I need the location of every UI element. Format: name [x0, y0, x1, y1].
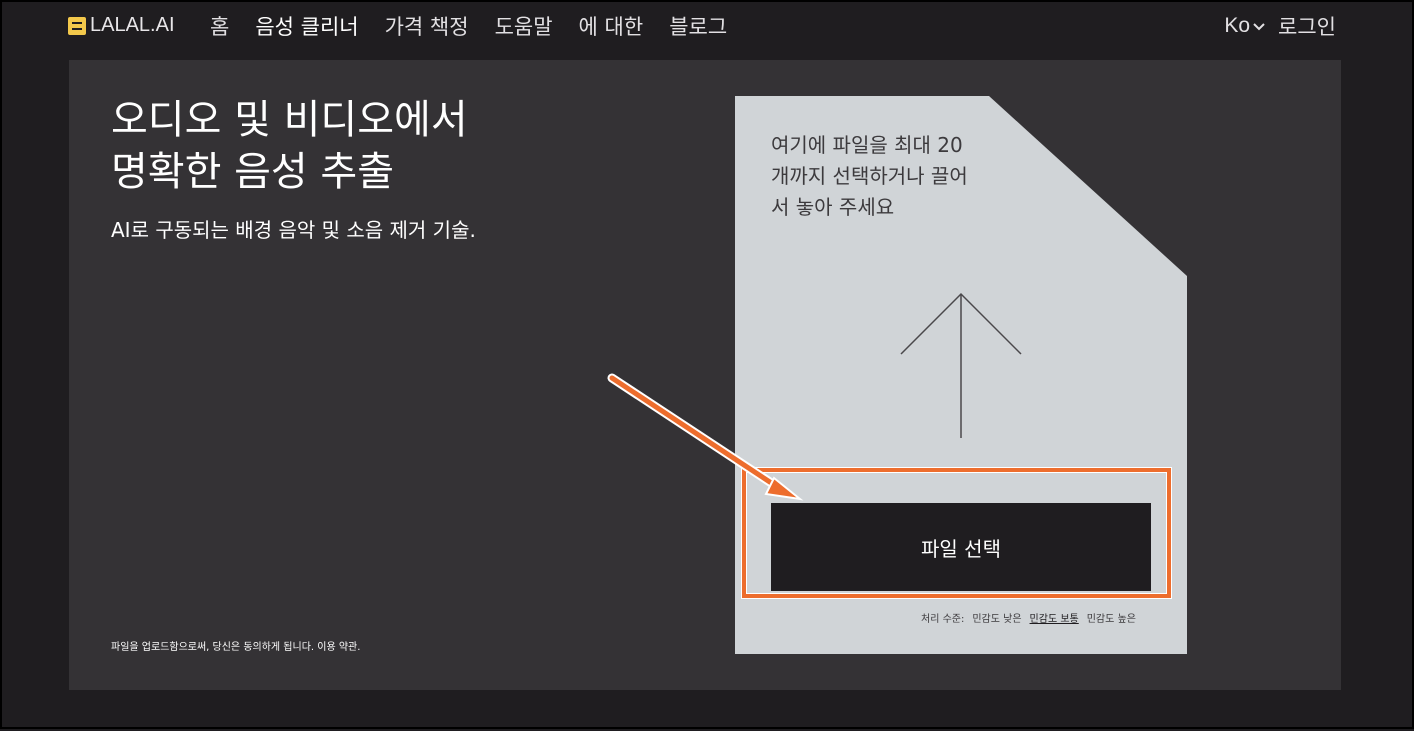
login-link[interactable]: 로그인: [1278, 11, 1336, 41]
nav-link-about[interactable]: 에 대한: [579, 11, 644, 41]
chevron-down-icon: [1253, 23, 1265, 31]
nav-right: Ko 로그인: [1224, 11, 1336, 41]
nav-link-pricing[interactable]: 가격 책정: [385, 11, 469, 41]
app-frame: LALAL.AI 홈 음성 클리너 가격 책정 도움말 에 대한 블로그 Ko …: [0, 0, 1414, 729]
language-label: Ko: [1224, 14, 1251, 37]
language-selector[interactable]: Ko: [1224, 14, 1266, 38]
upload-arrow-icon: [900, 292, 1022, 438]
nav-link-help[interactable]: 도움말: [495, 11, 553, 41]
level-low[interactable]: 민감도 낮은: [972, 610, 1021, 625]
logo-text: LALAL.AI: [90, 14, 175, 36]
nav-links: 홈 음성 클리너 가격 책정 도움말 에 대한 블로그: [210, 11, 753, 41]
level-high[interactable]: 민감도 높은: [1087, 610, 1136, 625]
hero-title: 오디오 및 비디오에서 명확한 음성 추출: [111, 97, 468, 195]
terms-notice[interactable]: 파일을 업로드함으로써, 당신은 동의하게 됩니다. 이용 약관.: [111, 638, 360, 653]
hero-subtitle: AI로 구동되는 배경 음악 및 소음 제거 기술.: [111, 218, 476, 242]
levels-label: 처리 수준:: [921, 614, 965, 625]
level-medium[interactable]: 민감도 보통: [1030, 610, 1079, 625]
nav-link-home[interactable]: 홈: [210, 11, 229, 41]
nav-link-voice-cleaner[interactable]: 음성 클리너: [255, 11, 358, 41]
nav-link-blog[interactable]: 블로그: [669, 11, 727, 41]
top-nav: LALAL.AI 홈 음성 클리너 가격 책정 도움말 에 대한 블로그 Ko …: [68, 10, 1348, 42]
upload-dropzone[interactable]: 여기에 파일을 최대 20개까지 선택하거나 끌어서 놓아 주세요 파일 선택 …: [735, 96, 1187, 654]
dropzone-instructions: 여기에 파일을 최대 20개까지 선택하거나 끌어서 놓아 주세요: [771, 133, 968, 219]
logo[interactable]: LALAL.AI: [68, 14, 175, 37]
processing-levels: 처리 수준: 민감도 낮은 민감도 보통 민감도 높은: [921, 610, 1136, 625]
choose-file-button[interactable]: 파일 선택: [771, 503, 1151, 591]
main-panel: 오디오 및 비디오에서 명확한 음성 추출 AI로 구동되는 배경 음악 및 소…: [69, 60, 1341, 690]
logo-mark-icon: [68, 16, 86, 35]
